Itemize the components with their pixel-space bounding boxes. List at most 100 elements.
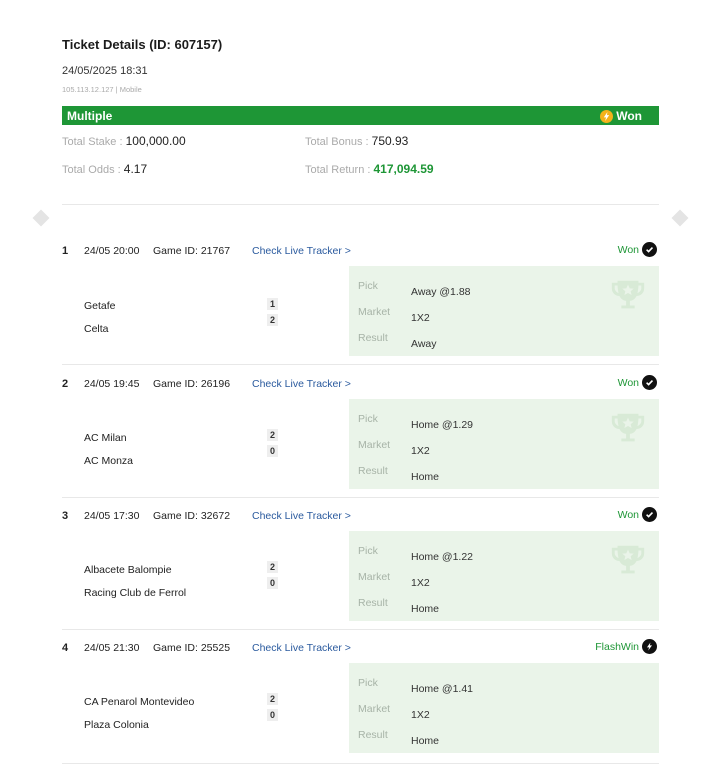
home-score: 2	[267, 429, 278, 441]
pick-panel: Pick Home @1.22 Market 1X2 Result Home	[349, 531, 659, 621]
game-row: 4 24/05 21:30 Game ID: 25525 Check Live …	[62, 639, 659, 771]
game-header: 1 24/05 20:00 Game ID: 21767 Check Live …	[62, 242, 659, 260]
result-value: Away	[411, 338, 437, 350]
pick-panel: Pick Away @1.88 Market 1X2 Result Away	[349, 266, 659, 356]
game-status: Won	[618, 507, 657, 522]
bet-type-label: Multiple	[67, 109, 113, 123]
game-status-label: FlashWin	[595, 640, 639, 653]
result-label: Result	[358, 597, 388, 609]
market-label: Market	[358, 439, 391, 451]
market-value: 1X2	[411, 445, 430, 457]
left-diamond-decor	[32, 209, 50, 227]
market-label: Market	[358, 703, 391, 715]
pick-panel: Pick Home @1.29 Market 1X2 Result Home	[349, 399, 659, 489]
home-team: Getafe	[84, 300, 116, 312]
divider	[62, 497, 659, 498]
total-bonus-value: 750.93	[371, 134, 409, 148]
away-team: AC Monza	[84, 455, 134, 467]
total-stake-value: 100,000.00	[125, 134, 186, 148]
away-score: 0	[267, 445, 278, 457]
divider	[62, 763, 659, 764]
market-value: 1X2	[411, 709, 430, 721]
game-row: 1 24/05 20:00 Game ID: 21767 Check Live …	[62, 242, 659, 374]
market-label: Market	[358, 306, 391, 318]
ticket-status: Won	[600, 109, 642, 123]
pick-value: Home @1.41	[411, 683, 474, 695]
ticket-ip-device: 105.113.12.127 | Mobile	[62, 85, 142, 94]
check-live-tracker-link[interactable]: Check Live Tracker >	[252, 378, 351, 390]
home-score: 2	[267, 561, 278, 573]
game-id: Game ID: 26196	[153, 378, 231, 390]
result-label: Result	[358, 465, 388, 477]
game-row: 2 24/05 19:45 Game ID: 26196 Check Live …	[62, 375, 659, 507]
game-status-label: Won	[617, 508, 639, 521]
ticket-status-label: Won	[616, 109, 642, 123]
game-id: Game ID: 32672	[153, 510, 231, 522]
game-time: 24/05 19:45	[84, 378, 140, 390]
game-header: 4 24/05 21:30 Game ID: 25525 Check Live …	[62, 639, 659, 657]
total-return-label: Total Return :	[305, 164, 374, 176]
home-score: 1	[267, 298, 278, 310]
pick-value: Home @1.29	[411, 419, 474, 431]
home-team: CA Penarol Montevideo	[84, 696, 195, 708]
total-odds-value: 4.17	[123, 162, 148, 176]
check-circle-icon	[642, 375, 657, 390]
result-value: Home	[411, 735, 440, 747]
game-number: 1	[62, 245, 69, 257]
pick-label: Pick	[358, 677, 378, 689]
check-live-tracker-link[interactable]: Check Live Tracker >	[252, 642, 351, 654]
home-score: 2	[267, 693, 278, 705]
lightning-icon	[600, 109, 614, 123]
total-stake-label: Total Stake :	[62, 136, 126, 148]
pick-label: Pick	[358, 280, 378, 292]
pick-panel: Pick Home @1.41 Market 1X2 Result Home	[349, 663, 659, 753]
game-status-label: Won	[617, 376, 639, 389]
result-value: Home	[411, 603, 440, 615]
pick-label: Pick	[358, 413, 378, 425]
home-team: AC Milan	[84, 432, 127, 444]
game-id: Game ID: 21767	[153, 245, 231, 257]
away-team: Plaza Colonia	[84, 719, 149, 731]
game-header: 3 24/05 17:30 Game ID: 32672 Check Live …	[62, 507, 659, 525]
divider	[62, 364, 659, 365]
away-score: 2	[267, 314, 278, 326]
game-header: 2 24/05 19:45 Game ID: 26196 Check Live …	[62, 375, 659, 393]
lightning-circle-icon	[642, 639, 657, 654]
result-label: Result	[358, 332, 388, 344]
check-live-tracker-link[interactable]: Check Live Tracker >	[252, 245, 351, 257]
bet-type-bar: Multiple Won	[62, 106, 659, 125]
result-value: Home	[411, 471, 440, 483]
away-team: Celta	[84, 323, 109, 335]
game-status: FlashWin	[595, 639, 657, 654]
game-number: 3	[62, 510, 69, 522]
pick-value: Home @1.22	[411, 551, 474, 563]
total-return: Total Return : 417,094.59	[305, 162, 434, 176]
check-live-tracker-link[interactable]: Check Live Tracker >	[252, 510, 351, 522]
trophy-icon	[611, 280, 645, 309]
total-bonus: Total Bonus : 750.93	[305, 134, 408, 148]
ticket-title: Ticket Details (ID: 607157)	[62, 37, 223, 52]
check-circle-icon	[642, 507, 657, 522]
divider	[62, 204, 659, 205]
total-return-value: 417,094.59	[373, 162, 434, 176]
check-circle-icon	[642, 242, 657, 257]
market-value: 1X2	[411, 577, 430, 589]
game-number: 4	[62, 642, 69, 654]
pick-value: Away @1.88	[411, 286, 471, 298]
result-label: Result	[358, 729, 388, 741]
total-odds-label: Total Odds :	[62, 164, 124, 176]
market-label: Market	[358, 571, 391, 583]
game-time: 24/05 21:30	[84, 642, 140, 654]
game-row: 3 24/05 17:30 Game ID: 32672 Check Live …	[62, 507, 659, 639]
divider	[62, 629, 659, 630]
away-team: Racing Club de Ferrol	[84, 587, 187, 599]
market-value: 1X2	[411, 312, 430, 324]
game-time: 24/05 17:30	[84, 510, 140, 522]
total-stake: Total Stake : 100,000.00	[62, 134, 186, 148]
game-status-label: Won	[617, 243, 639, 256]
game-time: 24/05 20:00	[84, 245, 140, 257]
game-number: 2	[62, 378, 69, 390]
trophy-icon	[611, 413, 645, 442]
total-bonus-label: Total Bonus :	[305, 136, 372, 148]
away-score: 0	[267, 577, 278, 589]
